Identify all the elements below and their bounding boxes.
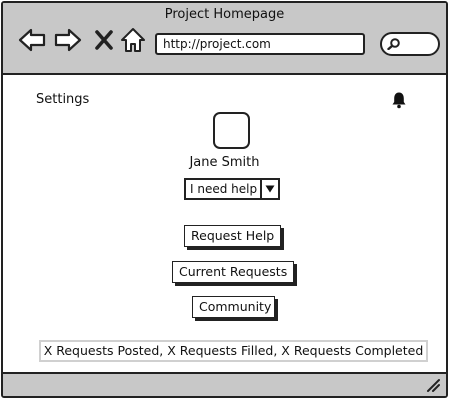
current-requests-button[interactable]: Current Requests <box>172 261 294 283</box>
url-field[interactable] <box>155 33 365 55</box>
settings-link[interactable]: Settings <box>36 92 89 107</box>
request-help-button[interactable]: Request Help <box>184 225 281 247</box>
home-icon[interactable] <box>118 25 148 55</box>
status-dropdown-value: I need help <box>190 182 258 196</box>
window-title: Project Homepage <box>164 7 285 22</box>
resize-grip-icon[interactable] <box>426 378 440 392</box>
close-icon[interactable] <box>89 25 119 55</box>
search-icon <box>387 38 400 50</box>
search-input[interactable] <box>380 32 440 56</box>
back-arrow-icon[interactable] <box>17 25 47 55</box>
avatar <box>213 112 250 149</box>
browser-status-bar <box>3 372 446 396</box>
bell-icon[interactable] <box>390 91 408 109</box>
user-name: Jane Smith <box>189 155 260 170</box>
status-dropdown[interactable]: I need help <box>184 178 280 200</box>
stats-summary: X Requests Posted, X Requests Filled, X … <box>39 340 428 362</box>
browser-window: Project Homepage http://project.com Sett… <box>1 1 448 398</box>
chevron-down-icon <box>260 180 278 198</box>
browser-toolbar: Project Homepage <box>3 3 446 75</box>
forward-arrow-icon[interactable] <box>53 25 83 55</box>
community-button[interactable]: Community <box>192 296 275 318</box>
